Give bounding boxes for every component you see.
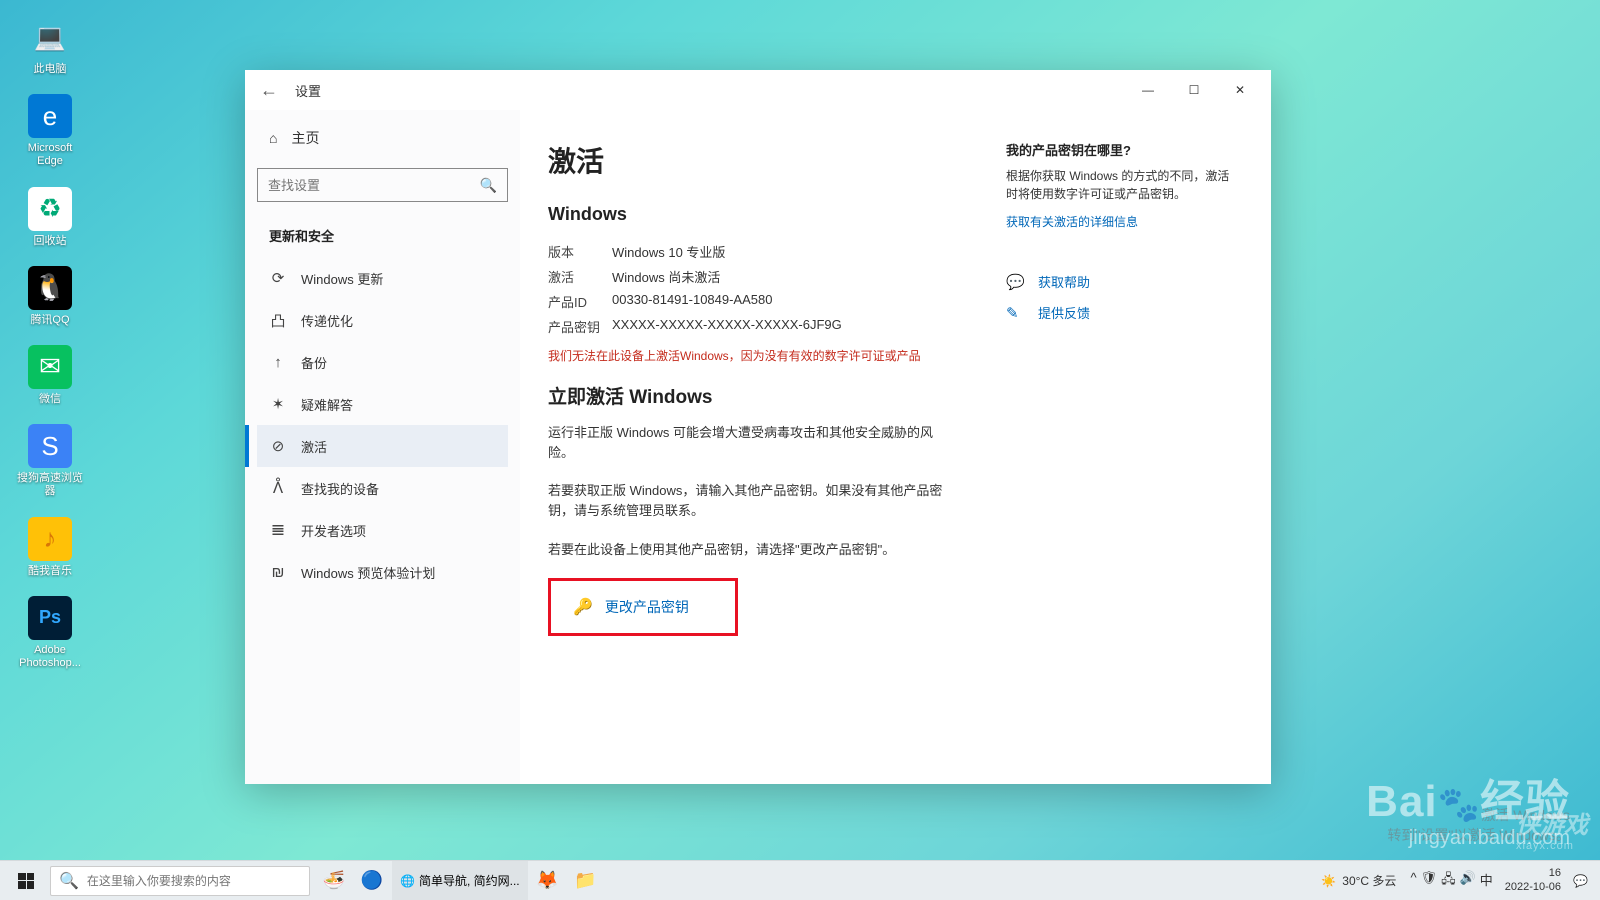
insider-icon: ₪	[269, 564, 287, 581]
activation-label: 激活	[548, 267, 612, 286]
taskbar: 🔍 🍜 🔵 🌐 简单导航, 简约网... 🦊 📁 ☀️30°C 多云 ^ 🛡 🖧…	[0, 860, 1600, 900]
home-icon: ⌂	[269, 130, 277, 146]
productid-label: 产品ID	[548, 292, 612, 311]
weather-widget[interactable]: ☀️30°C 多云	[1321, 872, 1396, 889]
nav-backup[interactable]: ↑备份	[257, 341, 508, 383]
feedback-icon: ✎	[1006, 304, 1024, 322]
sun-icon: ☀️	[1321, 874, 1336, 888]
window-title: 设置	[295, 81, 321, 100]
activation-error: 我们无法在此设备上激活Windows，因为没有有效的数字许可证或产品	[548, 347, 976, 364]
productkey-label: 产品密钥	[548, 317, 612, 336]
desktop-icons: 💻此电脑 eMicrosoft Edge ♻回收站 🐧腾讯QQ ✉微信 S搜狗高…	[15, 15, 85, 688]
desktop-icon-kuwo[interactable]: ♪酷我音乐	[15, 517, 85, 578]
activation-details-link[interactable]: 获取有关激活的详细信息	[1006, 213, 1231, 230]
location-icon: ᐰ	[269, 479, 287, 497]
info-table: 版本Windows 10 专业版 激活Windows 尚未激活 产品ID0033…	[548, 239, 976, 339]
settings-search[interactable]: 🔍	[257, 168, 508, 202]
nav-troubleshoot[interactable]: ✶疑难解答	[257, 383, 508, 425]
nav-insider[interactable]: ₪Windows 预览体验计划	[257, 551, 508, 593]
window-controls: — ☐ ✕	[1125, 74, 1263, 106]
search-icon: 🔍	[480, 177, 497, 194]
edition-label: 版本	[548, 242, 612, 261]
feedback-link[interactable]: ✎提供反馈	[1006, 297, 1231, 328]
nav-developers[interactable]: 𝌆开发者选项	[257, 509, 508, 551]
nav-delivery-optimization[interactable]: 凸传递优化	[257, 299, 508, 341]
desktop-icon-recycle[interactable]: ♻回收站	[15, 187, 85, 248]
backup-icon: ↑	[269, 354, 287, 371]
taskbar-firefox[interactable]: 🦊	[530, 861, 566, 900]
clock[interactable]: 16 2022-10-06	[1499, 867, 1567, 893]
check-icon: ⊘	[269, 437, 287, 455]
taskbar-sogou[interactable]: 🔵	[354, 861, 390, 900]
side-column: 我的产品密钥在哪里? 根据你获取 Windows 的方式的不同，激活时将使用数字…	[1006, 140, 1231, 764]
taskbar-edge[interactable]: 🌐 简单导航, 简约网...	[392, 861, 528, 900]
sync-icon: ⟳	[269, 269, 287, 287]
close-button[interactable]: ✕	[1217, 74, 1263, 106]
windows-heading: Windows	[548, 204, 976, 225]
minimize-button[interactable]: —	[1125, 74, 1171, 106]
tray-shield-icon[interactable]: 🛡	[1421, 870, 1438, 892]
taskbar-app-1[interactable]: 🍜	[316, 861, 352, 900]
site-watermark: 侠游戏 xiayx.com	[1516, 805, 1588, 852]
page-title: 激活	[548, 140, 976, 180]
titlebar: ← 设置 — ☐ ✕	[245, 70, 1271, 110]
back-button[interactable]: ←	[253, 74, 285, 106]
productkey-value: XXXXX-XXXXX-XXXXX-XXXXX-6JF9G	[612, 317, 976, 336]
desktop-icon-qq[interactable]: 🐧腾讯QQ	[15, 266, 85, 327]
taskbar-explorer[interactable]: 📁	[568, 861, 604, 900]
tray-ime-icon[interactable]: 中	[1480, 870, 1493, 892]
start-button[interactable]	[6, 861, 46, 900]
troubleshoot-icon: ✶	[269, 395, 287, 413]
desktop-icon-photoshop[interactable]: PsAdobe Photoshop...	[15, 596, 85, 670]
activation-value: Windows 尚未激活	[612, 267, 976, 286]
nav-activation[interactable]: ⊘激活	[257, 425, 508, 467]
maximize-button[interactable]: ☐	[1171, 74, 1217, 106]
nav-windows-update[interactable]: ⟳Windows 更新	[257, 257, 508, 299]
desktop-icon-edge[interactable]: eMicrosoft Edge	[15, 94, 85, 168]
tray-chevron-icon[interactable]: ^	[1410, 870, 1416, 892]
delivery-icon: 凸	[269, 310, 287, 331]
desktop: 💻此电脑 eMicrosoft Edge ♻回收站 🐧腾讯QQ ✉微信 S搜狗高…	[0, 0, 1600, 900]
settings-window: ← 设置 — ☐ ✕ ⌂主页 🔍 更新和安全 ⟳Windows 更新 凸传递优化…	[245, 70, 1271, 784]
activate-para-1: 运行非正版 Windows 可能会增大遭受病毒攻击和其他安全威胁的风险。	[548, 423, 948, 463]
taskbar-search[interactable]: 🔍	[50, 866, 310, 896]
desktop-icon-pc[interactable]: 💻此电脑	[15, 15, 85, 76]
search-icon: 🔍	[59, 871, 79, 891]
productid-value: 00330-81491-10849-AA580	[612, 292, 976, 311]
nav-find-device[interactable]: ᐰ查找我的设备	[257, 467, 508, 509]
sidebar: ⌂主页 🔍 更新和安全 ⟳Windows 更新 凸传递优化 ↑备份 ✶疑难解答 …	[245, 110, 520, 784]
desktop-icon-sogou[interactable]: S搜狗高速浏览器	[15, 424, 85, 498]
change-product-key-button[interactable]: 🔑 更改产品密钥	[557, 587, 705, 627]
taskbar-search-input[interactable]	[87, 874, 301, 888]
side-title: 我的产品密钥在哪里?	[1006, 140, 1231, 159]
notification-icon[interactable]: 💬	[1573, 874, 1588, 888]
edition-value: Windows 10 专业版	[612, 242, 976, 261]
activate-now-heading: 立即激活 Windows	[548, 382, 976, 409]
activate-para-2: 若要获取正版 Windows，请输入其他产品密钥。如果没有其他产品密钥，请与系统…	[548, 481, 948, 521]
home-button[interactable]: ⌂主页	[257, 118, 508, 158]
activate-para-3: 若要在此设备上使用其他产品密钥，请选择"更改产品密钥"。	[548, 540, 948, 560]
desktop-icon-wechat[interactable]: ✉微信	[15, 345, 85, 406]
tray-network-icon[interactable]: 🖧	[1441, 870, 1456, 892]
tray-volume-icon[interactable]: 🔊	[1460, 870, 1476, 892]
side-body: 根据你获取 Windows 的方式的不同，激活时将使用数字许可证或产品密钥。	[1006, 167, 1231, 203]
search-input[interactable]	[268, 178, 480, 193]
change-key-highlight: 🔑 更改产品密钥	[548, 578, 738, 636]
help-icon: 💬	[1006, 273, 1024, 291]
system-tray: ☀️30°C 多云 ^ 🛡 🖧 🔊 中 16 2022-10-06 💬	[1321, 867, 1594, 893]
get-help-link[interactable]: 💬获取帮助	[1006, 266, 1231, 297]
content: 激活 Windows 版本Windows 10 专业版 激活Windows 尚未…	[520, 110, 1271, 784]
key-icon: 🔑	[573, 597, 593, 617]
section-title: 更新和安全	[257, 216, 508, 257]
developer-icon: 𝌆	[269, 521, 287, 539]
